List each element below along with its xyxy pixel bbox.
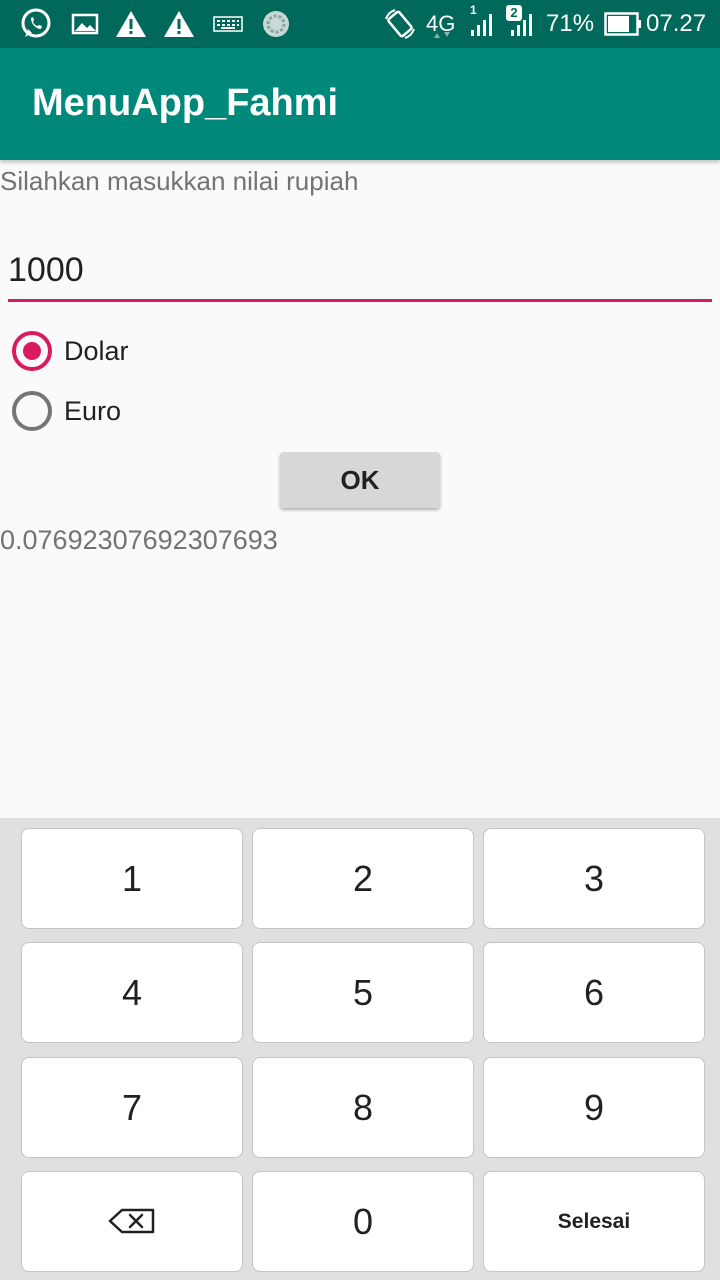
rotate-icon: [382, 8, 418, 40]
radio-label-euro: Euro: [64, 395, 122, 426]
radio-label-dolar: Dolar: [64, 335, 129, 366]
radio-option-euro[interactable]: Euro: [12, 391, 121, 431]
status-bar: 4G 1 2 71% 07.27: [0, 0, 720, 48]
backspace-key[interactable]: [21, 1171, 243, 1272]
battery-icon: [604, 8, 642, 40]
backspace-icon: [108, 1201, 156, 1243]
warning-icon: [114, 8, 148, 40]
radio-unchecked-icon[interactable]: [12, 391, 52, 431]
rupiah-amount-input[interactable]: [8, 246, 712, 302]
key-2[interactable]: 2: [252, 828, 474, 929]
key-4[interactable]: 4: [21, 942, 243, 1043]
app-title: MenuApp_Fahmi: [32, 82, 339, 124]
sync-icon: [260, 8, 292, 40]
done-key[interactable]: Selesai: [483, 1171, 705, 1272]
key-1[interactable]: 1: [21, 828, 243, 929]
key-0[interactable]: 0: [252, 1171, 474, 1272]
clock: 07.27: [646, 10, 707, 37]
ok-button[interactable]: OK: [280, 452, 440, 508]
key-3[interactable]: 3: [483, 828, 705, 929]
app-bar: MenuApp_Fahmi: [0, 48, 720, 160]
key-5[interactable]: 5: [252, 942, 474, 1043]
whatsapp-icon: [18, 8, 54, 40]
sim2-badge: 2: [506, 5, 522, 21]
data-arrows-icon: [432, 30, 452, 40]
key-8[interactable]: 8: [252, 1057, 474, 1158]
key-6[interactable]: 6: [483, 942, 705, 1043]
sim1-badge: 1: [470, 3, 477, 17]
key-7[interactable]: 7: [21, 1057, 243, 1158]
prompt-label: Silahkan masukkan nilai rupiah: [0, 166, 359, 196]
numeric-keyboard: 1 2 3 4 5 6 7 8 9 0 Selesai: [0, 818, 720, 1280]
key-9[interactable]: 9: [483, 1057, 705, 1158]
radio-checked-icon[interactable]: [12, 331, 52, 371]
image-icon: [70, 8, 100, 40]
radio-option-dolar[interactable]: Dolar: [12, 331, 129, 371]
battery-percent: 71%: [546, 10, 595, 37]
keyboard-icon: [212, 8, 244, 40]
warning-icon: [162, 8, 196, 40]
conversion-result: 0.07692307692307693: [0, 525, 278, 555]
